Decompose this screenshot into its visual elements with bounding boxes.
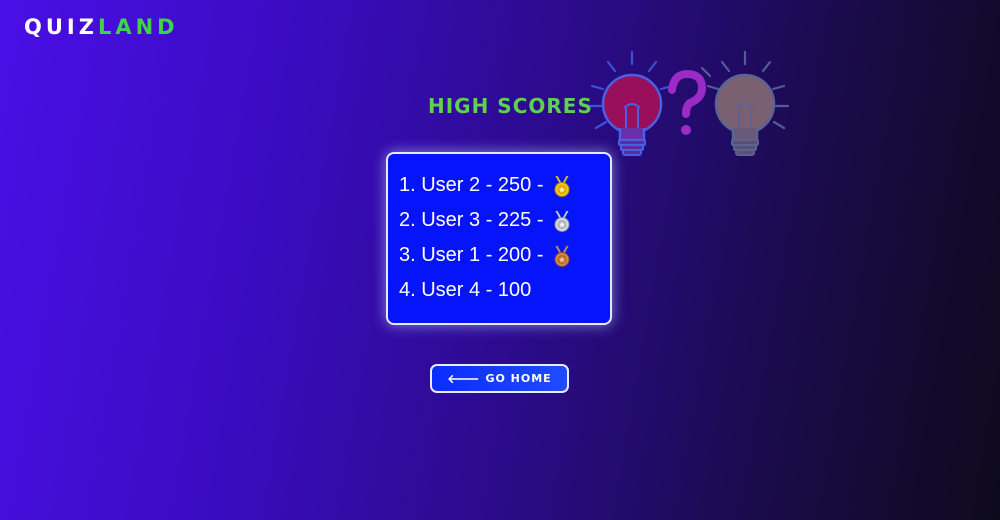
high-scores-list: 1. User 2 - 250 - 2. User 3 - 225 - 3. U…	[386, 152, 612, 325]
score-text: 2. User 3 - 225 -	[399, 209, 544, 231]
lightbulb-question-illustration	[588, 50, 790, 156]
score-row: 2. User 3 - 225 -	[399, 203, 610, 238]
arrow-left-icon: 🡐	[447, 372, 481, 386]
bronze-medal-icon	[554, 245, 570, 267]
score-row: 4. User 4 - 100	[399, 273, 610, 308]
silver-medal-icon	[554, 210, 570, 232]
go-home-button[interactable]: 🡐 GO HOME	[430, 364, 569, 393]
logo-part-land: LAND	[97, 15, 179, 39]
score-text: 3. User 1 - 200 -	[399, 244, 544, 266]
question-mark-icon	[668, 69, 707, 118]
score-row: 1. User 2 - 250 -	[399, 168, 610, 203]
score-text: 1. User 2 - 250 -	[399, 174, 544, 196]
logo-part-quiz: QUIZ	[24, 15, 98, 39]
score-text: 4. User 4 - 100	[399, 279, 532, 301]
lightbulb-icon	[601, 73, 663, 156]
score-row: 3. User 1 - 200 -	[399, 238, 610, 273]
lightbulb-icon	[714, 73, 776, 156]
app-logo: QUIZLAND	[24, 15, 179, 39]
gold-medal-icon	[554, 175, 570, 197]
go-home-label: GO HOME	[485, 372, 552, 385]
page-title: HIGH SCORES	[428, 94, 593, 118]
